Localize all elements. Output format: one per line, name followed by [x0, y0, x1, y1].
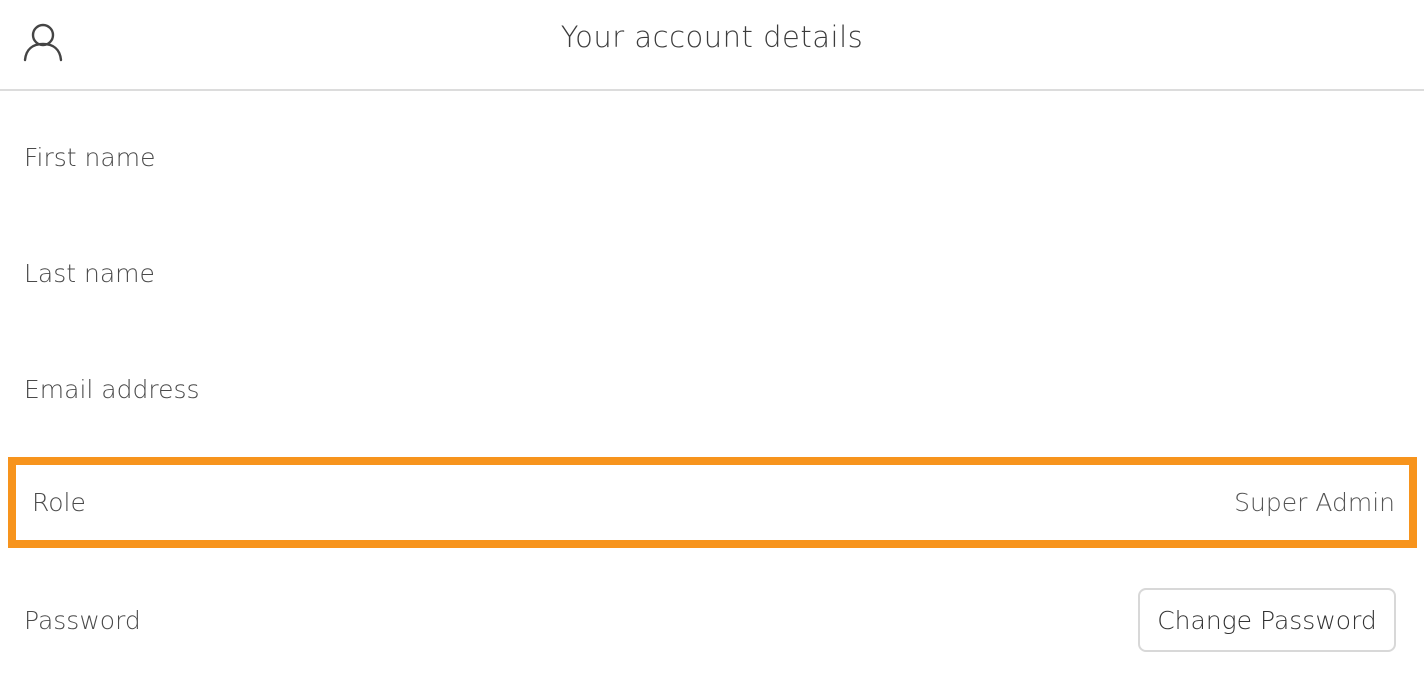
header: Your account details — [0, 0, 1424, 91]
last-name-label: Last name — [24, 258, 155, 288]
password-row: Password Change Password — [0, 588, 1424, 652]
change-password-button[interactable]: Change Password — [1138, 588, 1396, 652]
first-name-label: First name — [24, 142, 156, 172]
page-title: Your account details — [560, 20, 864, 54]
account-details-page: Your account details First name Last nam… — [0, 0, 1424, 676]
last-name-row: Last name — [0, 243, 1424, 303]
email-row: Email address — [0, 359, 1424, 419]
role-highlight: Role Super Admin — [8, 457, 1417, 548]
email-label: Email address — [24, 374, 200, 404]
role-label: Role — [32, 488, 86, 517]
role-row: Role Super Admin — [16, 475, 1409, 530]
first-name-row: First name — [0, 127, 1424, 187]
role-value: Super Admin — [1234, 488, 1395, 517]
password-label: Password — [24, 605, 141, 635]
